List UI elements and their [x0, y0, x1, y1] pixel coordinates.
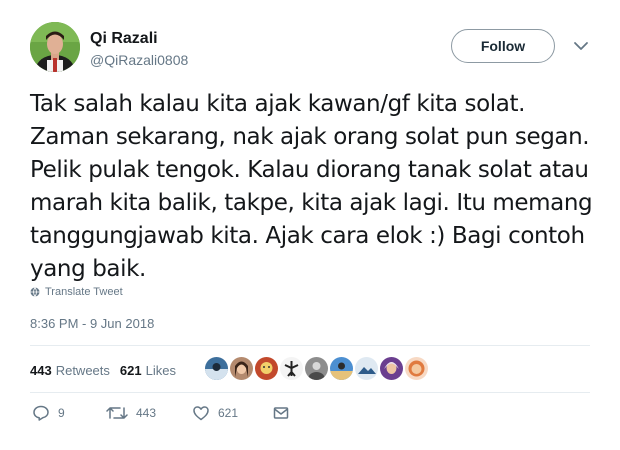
user-handle[interactable]: @QiRazali0808 — [90, 52, 188, 68]
liker-avatar[interactable] — [330, 357, 353, 380]
retweets-stat[interactable]: 443 Retweets — [30, 363, 110, 378]
divider — [30, 392, 590, 393]
translate-tweet-link[interactable]: Translate Tweet — [30, 286, 123, 298]
like-button[interactable]: 621 — [192, 404, 238, 422]
tweet-text: Tak salah kalau kita ajak kawan/gf kita … — [30, 91, 593, 282]
retweets-count: 443 — [30, 362, 52, 378]
likes-stat[interactable]: 621 Likes — [120, 363, 176, 378]
avatar-photo-icon — [30, 22, 80, 72]
reply-count: 9 — [58, 406, 65, 420]
liker-avatars — [205, 357, 428, 380]
liker-avatar[interactable] — [355, 357, 378, 380]
retweet-icon — [106, 407, 128, 419]
liker-avatar[interactable] — [380, 357, 403, 380]
retweets-label: Retweets — [55, 362, 110, 378]
liker-avatar[interactable] — [405, 357, 428, 380]
display-name[interactable]: Qi Razali — [90, 30, 158, 48]
liker-avatar[interactable] — [280, 357, 303, 380]
retweet-count: 443 — [136, 406, 157, 420]
liker-avatar[interactable] — [205, 357, 228, 380]
reply-button[interactable]: 9 — [32, 404, 65, 422]
chevron-down-icon[interactable] — [573, 40, 589, 52]
likes-count: 621 — [119, 362, 142, 378]
tweet-timestamp[interactable]: 8:36 PM - 9 Jun 2018 — [30, 316, 154, 331]
envelope-icon — [273, 407, 289, 419]
divider — [30, 345, 590, 346]
liker-avatar[interactable] — [255, 357, 278, 380]
retweet-button[interactable]: 443 — [106, 404, 156, 422]
likes-label: Likes — [145, 362, 176, 378]
liker-avatar[interactable] — [305, 357, 328, 380]
tweet-actions: 9 443 621 — [30, 404, 330, 426]
avatar[interactable] — [30, 22, 80, 72]
reply-icon — [33, 405, 49, 421]
like-count: 621 — [218, 406, 239, 420]
translate-label: Translate Tweet — [45, 286, 123, 298]
heart-icon — [193, 406, 209, 421]
direct-message-button[interactable] — [272, 404, 290, 422]
globe-icon — [30, 287, 40, 297]
liker-avatar[interactable] — [230, 357, 253, 380]
tweet-stats: 443 Retweets 621 Likes — [30, 358, 186, 382]
follow-button[interactable]: Follow — [451, 29, 555, 63]
